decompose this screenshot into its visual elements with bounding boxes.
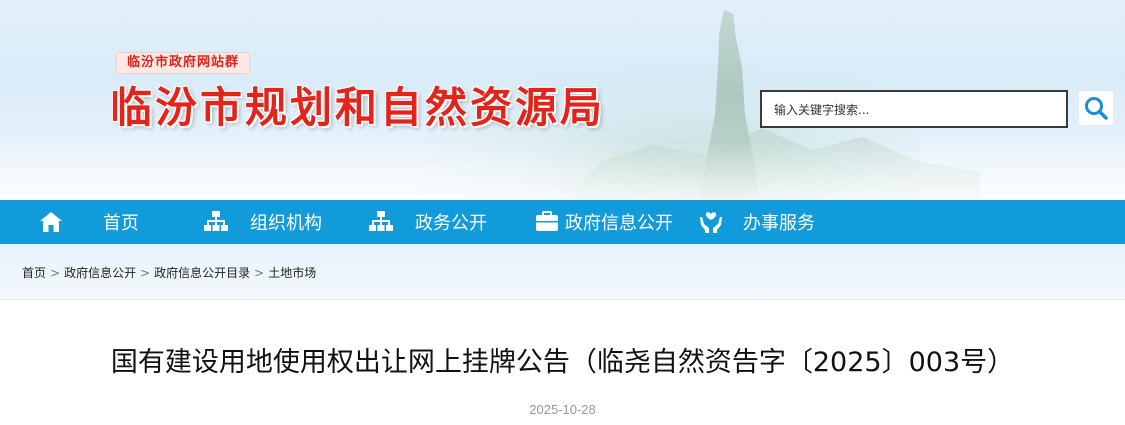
nav-label-gov-info-disclosure: 政府信息公开 <box>565 213 673 234</box>
breadcrumb-home[interactable]: 首页 <box>22 264 46 281</box>
nav-item-gov-info-disclosure[interactable]: 政府信息公开 <box>533 200 673 244</box>
breadcrumb-gov-info-disclosure[interactable]: 政府信息公开 <box>64 264 136 281</box>
breadcrumb-land-market[interactable]: 土地市场 <box>268 264 316 281</box>
briefcase-icon <box>533 208 561 236</box>
site-group-label[interactable]: 临汾市政府网站群 <box>116 52 251 74</box>
nav-label-home: 首页 <box>103 213 139 234</box>
breadcrumb-bar: 首页 > 政府信息公开 > 政府信息公开目录 > 土地市场 <box>0 244 1125 300</box>
breadcrumb-separator: > <box>254 265 265 280</box>
nav-label-government-affairs: 政务公开 <box>415 213 487 234</box>
search-input[interactable]: 输入关键字搜索... <box>760 90 1068 128</box>
article-date: 2025-10-28 <box>529 402 596 417</box>
breadcrumb-separator: > <box>50 265 61 280</box>
article-title: 国有建设用地使用权出让网上挂牌公告（临尧自然资告字〔2025〕003号） <box>110 347 1015 378</box>
home-icon <box>37 208 65 236</box>
breadcrumb-separator: > <box>140 265 151 280</box>
breadcrumb: 首页 > 政府信息公开 > 政府信息公开目录 > 土地市场 <box>22 264 316 281</box>
org-chart-icon <box>202 208 230 236</box>
hands-service-icon <box>697 208 725 236</box>
search-placeholder: 输入关键字搜索... <box>774 102 870 117</box>
main-nav: 首页 组织机构 政务公开 政府信息公开 办事服务 <box>0 200 1125 244</box>
breadcrumb-gov-info-catalog[interactable]: 政府信息公开目录 <box>154 264 250 281</box>
banner-cloud-fade <box>0 140 1125 200</box>
nav-label-organization: 组织机构 <box>250 213 322 234</box>
header-banner: 临汾市政府网站群 临汾市规划和自然资源局 输入关键字搜索... <box>0 0 1125 200</box>
nav-item-services[interactable]: 办事服务 <box>697 200 815 244</box>
nav-label-services: 办事服务 <box>743 213 815 234</box>
nav-item-government-affairs[interactable]: 政务公开 <box>367 200 487 244</box>
nav-item-organization[interactable]: 组织机构 <box>202 200 322 244</box>
search-icon <box>1085 97 1108 120</box>
search-button[interactable] <box>1079 91 1113 125</box>
org-chart-icon <box>367 208 395 236</box>
site-title[interactable]: 临汾市规划和自然资源局 <box>110 80 605 136</box>
nav-item-home[interactable]: 首页 <box>37 200 139 244</box>
